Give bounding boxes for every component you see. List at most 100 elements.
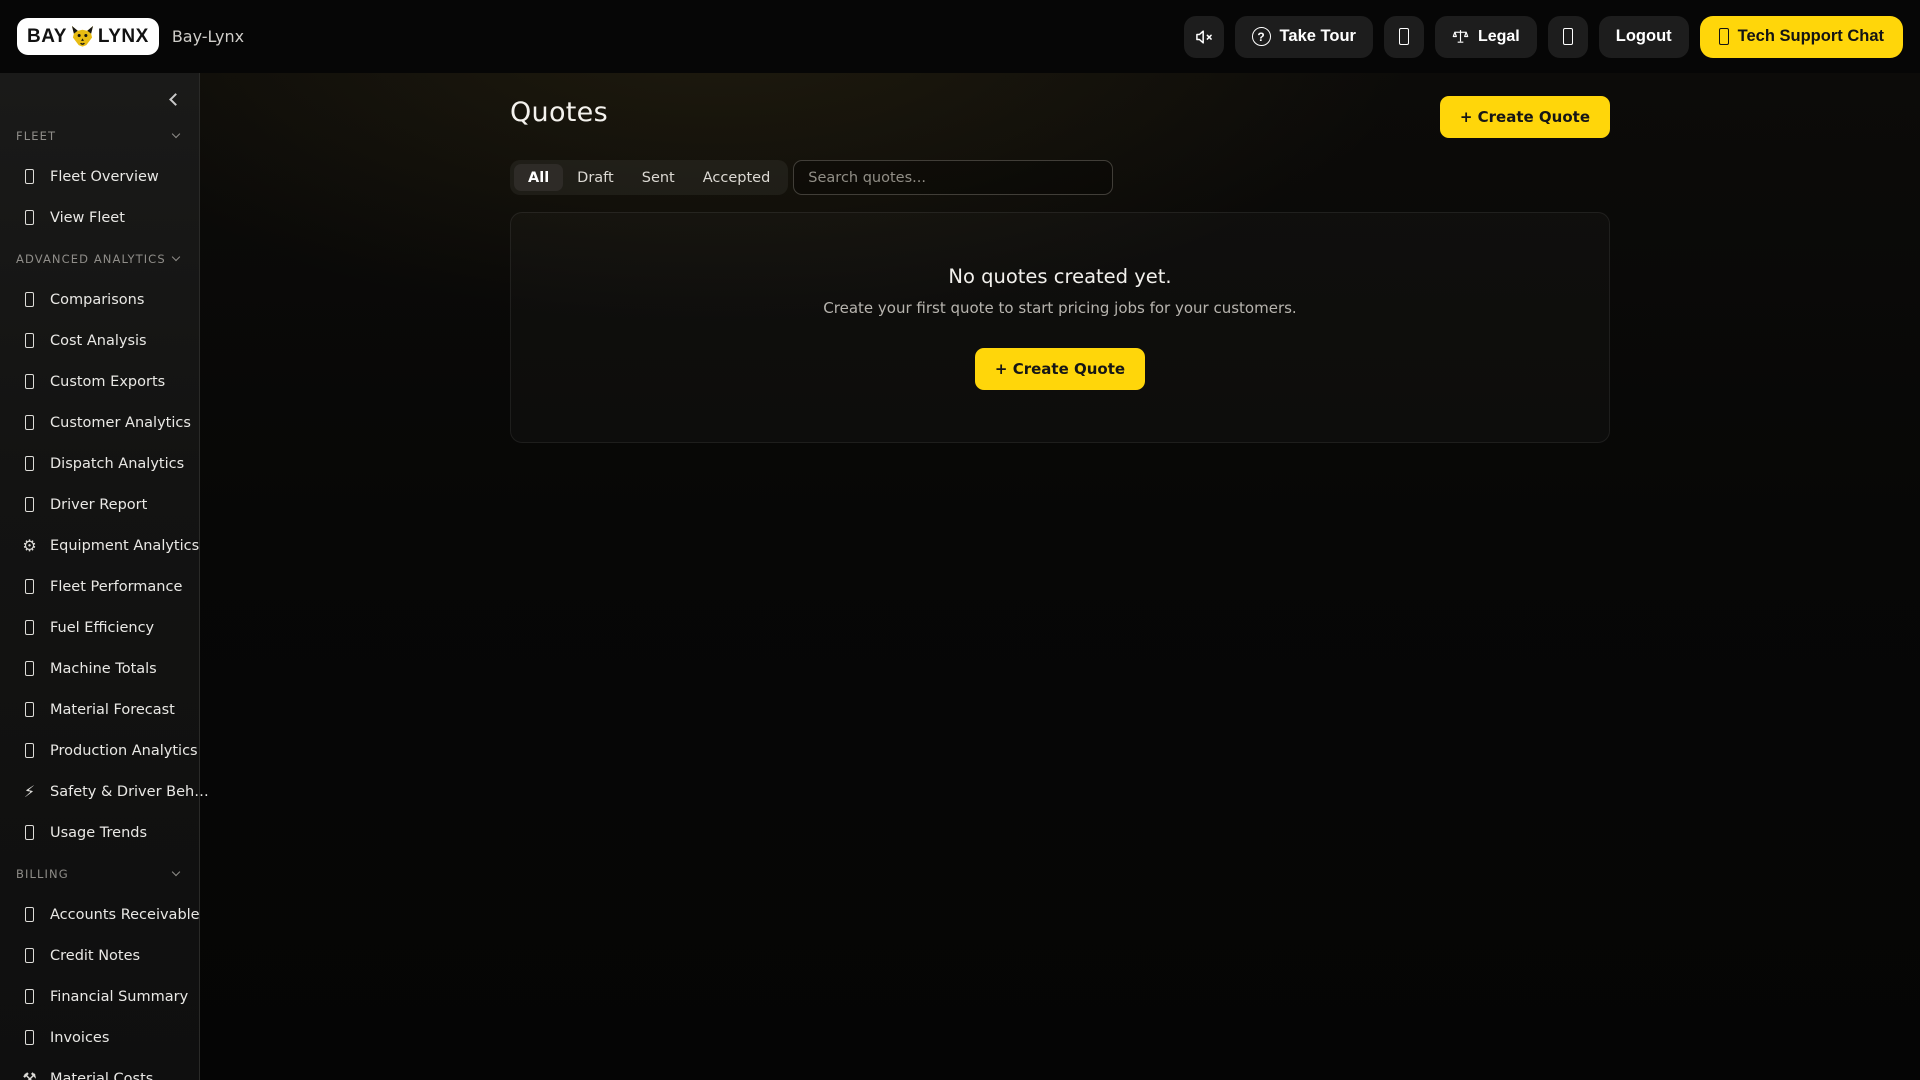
sidebar-item-label: Material Forecast (50, 702, 175, 718)
empty-state-title: No quotes created yet. (948, 265, 1171, 288)
mute-icon (1194, 27, 1214, 47)
tab-all[interactable]: All (514, 164, 563, 191)
placeholder-box-icon (25, 1030, 34, 1045)
sidebar-section-label: BILLING (16, 867, 69, 881)
logout-button[interactable]: Logout (1599, 16, 1689, 58)
placeholder-box-icon (25, 169, 34, 184)
sidebar-item-icon-wrap (22, 497, 37, 512)
sidebar-item-label: Dispatch Analytics (50, 456, 184, 472)
scales-icon (1452, 28, 1469, 45)
sidebar-item-icon-wrap (22, 169, 37, 184)
sidebar-item-production-analytics[interactable]: Production Analytics (0, 730, 199, 771)
sidebar-item-fleet-performance[interactable]: Fleet Performance (0, 566, 199, 607)
placeholder-box-icon (1719, 28, 1729, 45)
sidebar-item-icon-wrap (22, 210, 37, 225)
placeholder-box-icon (25, 374, 34, 389)
sidebar-item-customer-analytics[interactable]: Customer Analytics (0, 402, 199, 443)
sidebar: FLEET Fleet Overview View Fleet ADVANCED AN… (0, 73, 200, 1080)
chevron-left-icon (169, 93, 182, 106)
lynx-head-icon (70, 25, 95, 48)
tab-draft[interactable]: Draft (563, 164, 628, 191)
sidebar-item-label: Safety & Driver Beh… (50, 784, 209, 800)
sidebar-item-fuel-efficiency[interactable]: Fuel Efficiency (0, 607, 199, 648)
sidebar-item-label: Equipment Analytics (50, 538, 199, 554)
placeholder-box-icon (25, 907, 34, 922)
sidebar-item-financial-summary[interactable]: Financial Summary (0, 976, 199, 1017)
sidebar-item-icon-wrap (22, 292, 37, 307)
header-panel-button-2[interactable] (1548, 16, 1588, 58)
empty-state-subtitle: Create your first quote to start pricing… (823, 299, 1296, 317)
sidebar-item-fleet-overview[interactable]: Fleet Overview (0, 156, 199, 197)
sidebar-item-icon-wrap (22, 456, 37, 471)
app-name: Bay-Lynx (172, 27, 244, 46)
sidebar-item-credit-notes[interactable]: Credit Notes (0, 935, 199, 976)
take-tour-button[interactable]: ? Take Tour (1235, 16, 1373, 58)
sidebar-section-fleet[interactable]: FLEET (0, 115, 199, 156)
sidebar-item-icon-wrap (22, 1030, 37, 1045)
sidebar-item-custom-exports[interactable]: Custom Exports (0, 361, 199, 402)
sidebar-item-label: Comparisons (50, 292, 144, 308)
bay-lynx-logo[interactable]: BAY LYNX (17, 18, 159, 55)
sidebar-item-label: Driver Report (50, 497, 147, 513)
placeholder-box-icon (25, 292, 34, 307)
tech-support-chat-button[interactable]: Tech Support Chat (1700, 16, 1903, 58)
bolt-icon: ⚡ (24, 784, 35, 800)
sidebar-item-material-costs[interactable]: ⚒Material Costs (0, 1058, 199, 1080)
placeholder-box-icon (25, 661, 34, 676)
logo-text-lynx: LYNX (98, 26, 149, 48)
placeholder-box-icon (25, 620, 34, 635)
sidebar-item-icon-wrap: ⚙ (22, 538, 37, 554)
chevron-down-icon (172, 868, 180, 876)
sidebar-item-label: Fuel Efficiency (50, 620, 154, 636)
sidebar-section-label: ADVANCED ANALYTICS (16, 252, 166, 266)
sidebar-item-usage-trends[interactable]: Usage Trends (0, 812, 199, 853)
sidebar-item-material-forecast[interactable]: Material Forecast (0, 689, 199, 730)
placeholder-box-icon (25, 948, 34, 963)
sidebar-item-label: Fleet Overview (50, 169, 159, 185)
empty-state-create-quote-button[interactable]: + Create Quote (975, 348, 1145, 390)
sidebar-item-icon-wrap (22, 620, 37, 635)
search-input[interactable] (793, 160, 1113, 195)
tab-accepted[interactable]: Accepted (689, 164, 785, 191)
sidebar-item-label: Cost Analysis (50, 333, 147, 349)
sidebar-item-label: Financial Summary (50, 989, 188, 1005)
sidebar-item-driver-report[interactable]: Driver Report (0, 484, 199, 525)
chevron-down-icon (172, 130, 180, 138)
gear-icon: ⚙ (22, 538, 36, 554)
sidebar-item-invoices[interactable]: Invoices (0, 1017, 199, 1058)
header-panel-button-1[interactable] (1384, 16, 1424, 58)
legal-button[interactable]: Legal (1435, 16, 1537, 58)
sidebar-section-billing[interactable]: BILLING (0, 853, 199, 894)
sidebar-nav: FLEET Fleet Overview View Fleet ADVANCED AN… (0, 73, 199, 1080)
create-quote-button[interactable]: + Create Quote (1440, 96, 1610, 138)
placeholder-box-icon (25, 415, 34, 430)
placeholder-box-icon (25, 743, 34, 758)
sidebar-item-label: Material Costs (50, 1071, 153, 1080)
sidebar-item-label: Custom Exports (50, 374, 165, 390)
placeholder-box-icon (25, 333, 34, 348)
sidebar-item-icon-wrap (22, 743, 37, 758)
sidebar-item-label: View Fleet (50, 210, 125, 226)
sidebar-item-label: Production Analytics (50, 743, 198, 759)
sidebar-item-icon-wrap (22, 579, 37, 594)
sidebar-item-cost-analysis[interactable]: Cost Analysis (0, 320, 199, 361)
sidebar-item-view-fleet[interactable]: View Fleet (0, 197, 199, 238)
sidebar-item-dispatch-analytics[interactable]: Dispatch Analytics (0, 443, 199, 484)
sidebar-item-accounts-receivable[interactable]: Accounts Receivable (0, 894, 199, 935)
sidebar-section-advanced-analytics[interactable]: ADVANCED ANALYTICS (0, 238, 199, 279)
sidebar-item-label: Fleet Performance (50, 579, 182, 595)
mute-button[interactable] (1184, 16, 1224, 58)
sidebar-item-icon-wrap (22, 948, 37, 963)
placeholder-box-icon (25, 702, 34, 717)
logo-text-bay: BAY (27, 26, 67, 48)
sidebar-item-icon-wrap (22, 702, 37, 717)
sidebar-collapse-button[interactable] (161, 87, 185, 111)
quotes-tabs: AllDraftSentAccepted (510, 160, 788, 195)
sidebar-item-icon-wrap (22, 907, 37, 922)
sidebar-item-equipment-analytics[interactable]: ⚙ Equipment Analytics (0, 525, 199, 566)
header-actions: ? Take Tour Legal Logout (1184, 16, 1903, 58)
sidebar-item-machine-totals[interactable]: Machine Totals (0, 648, 199, 689)
sidebar-item-comparisons[interactable]: Comparisons (0, 279, 199, 320)
tab-sent[interactable]: Sent (628, 164, 689, 191)
sidebar-item-safety-driver-beh[interactable]: ⚡Safety & Driver Beh… (0, 771, 199, 812)
